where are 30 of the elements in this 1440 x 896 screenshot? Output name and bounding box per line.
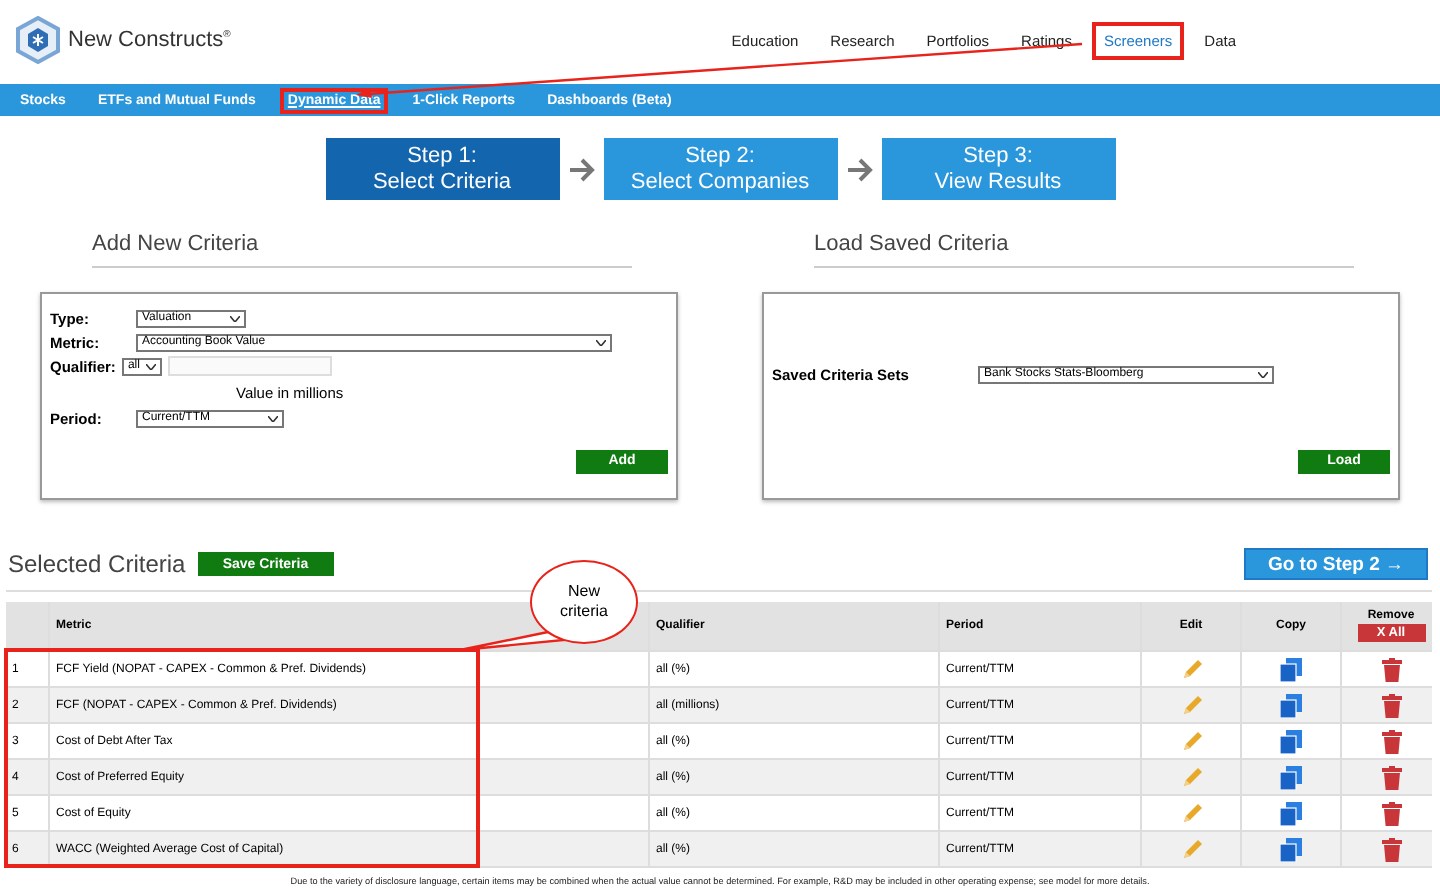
caret-icon bbox=[145, 363, 156, 369]
caret-icon bbox=[230, 315, 240, 321]
trash-icon[interactable] bbox=[1381, 693, 1401, 717]
copy-icon[interactable] bbox=[1280, 837, 1302, 861]
trash-icon[interactable] bbox=[1381, 801, 1401, 825]
caret-icon bbox=[268, 415, 278, 421]
step-tab[interactable]: Step 1: Select Criteria bbox=[325, 138, 559, 200]
next-step-button[interactable]: Go to Step 2 → bbox=[1244, 548, 1428, 580]
section-heading: Load Saved Criteria bbox=[814, 232, 1354, 268]
step-tab[interactable]: Step 2: Select Companies bbox=[603, 138, 837, 200]
copy-icon[interactable] bbox=[1280, 657, 1302, 681]
copy-icon[interactable] bbox=[1280, 693, 1302, 717]
callout-bubble: New criteria bbox=[530, 560, 638, 644]
trash-icon[interactable] bbox=[1381, 657, 1401, 681]
caret-icon bbox=[1258, 371, 1268, 377]
trash-icon[interactable] bbox=[1381, 765, 1401, 789]
step-tab[interactable]: Step 3: View Results bbox=[881, 138, 1115, 200]
brand-name[interactable]: New Constructs$^{®}$ bbox=[68, 28, 231, 52]
section-heading: Selected Criteria bbox=[8, 550, 186, 578]
caret-icon bbox=[596, 339, 606, 345]
trash-icon[interactable] bbox=[1381, 729, 1401, 753]
trash-icon[interactable] bbox=[1381, 837, 1401, 861]
hexagon-logo-icon bbox=[16, 16, 60, 64]
arrow-icon bbox=[845, 157, 873, 181]
value-input-field[interactable] bbox=[167, 356, 332, 376]
copy-icon[interactable] bbox=[1280, 801, 1302, 825]
copy-icon[interactable] bbox=[1280, 765, 1302, 789]
section-heading: Add New Criteria bbox=[92, 232, 632, 268]
arrow-icon bbox=[567, 157, 595, 181]
copy-icon[interactable] bbox=[1280, 729, 1302, 753]
